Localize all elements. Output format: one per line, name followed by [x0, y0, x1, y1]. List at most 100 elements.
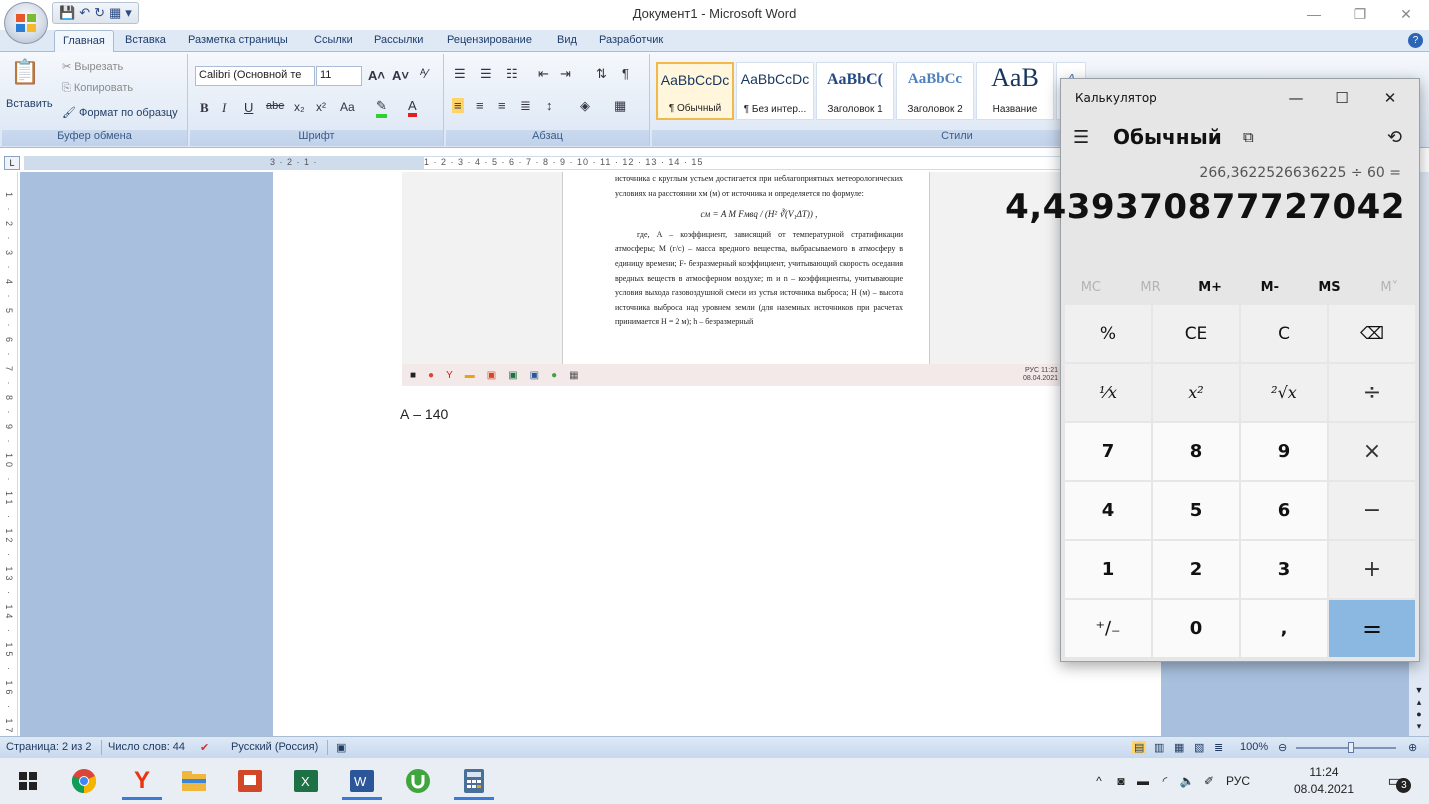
zoom-in-icon[interactable]: ⊕ — [1408, 741, 1417, 754]
clock[interactable]: 11:24 08.04.2021 — [1288, 764, 1360, 798]
minimize-button[interactable]: — — [1291, 0, 1337, 28]
align-right-icon[interactable]: ≡ — [498, 98, 506, 113]
digit-8-button[interactable]: 8 — [1153, 423, 1239, 480]
calculator-close-button[interactable]: ✕ — [1367, 83, 1413, 113]
notification-center-button[interactable]: ▭ 3 — [1380, 758, 1412, 804]
word-taskbar-button[interactable]: W — [338, 762, 386, 800]
zoom-level[interactable]: 100% — [1240, 741, 1268, 753]
show-marks-icon[interactable]: ¶ — [622, 66, 629, 81]
style-heading-2[interactable]: AaBbCc Заголовок 2 — [896, 62, 974, 120]
memory-subtract-button[interactable]: M- — [1240, 275, 1300, 301]
italic-icon[interactable]: I — [222, 100, 226, 116]
percent-button[interactable]: % — [1065, 305, 1151, 362]
volume-icon[interactable]: 🔈 — [1176, 774, 1198, 788]
horizontal-ruler[interactable]: 3 · 2 · 1 · 1 · 2 · 3 · 4 · 5 · 6 · 7 · … — [24, 156, 1084, 170]
divide-button[interactable]: ÷ — [1329, 364, 1415, 421]
calculator-title-bar[interactable]: Калькулятор — ☐ ✕ — [1061, 79, 1419, 117]
proofing-icon[interactable]: ✔ — [200, 741, 209, 754]
digit-7-button[interactable]: 7 — [1065, 423, 1151, 480]
history-icon[interactable]: ⟲ — [1387, 127, 1402, 148]
memory-store-button[interactable]: MS — [1300, 275, 1360, 301]
zoom-slider[interactable] — [1296, 747, 1396, 749]
tab-mailings[interactable]: Рассылки — [374, 34, 423, 46]
explorer-taskbar-button[interactable] — [170, 762, 218, 800]
torrent-taskbar-button[interactable] — [394, 762, 442, 800]
style-normal[interactable]: AaBbCcDc ¶ Обычный — [656, 62, 734, 120]
tab-selector[interactable]: L — [4, 156, 20, 170]
justify-icon[interactable]: ≣ — [520, 98, 531, 114]
calculator-maximize-button[interactable]: ☐ — [1319, 83, 1365, 113]
format-painter-button[interactable]: 🖌 Формат по образцу — [62, 106, 178, 119]
office-button[interactable] — [4, 2, 48, 44]
tab-insert[interactable]: Вставка — [125, 34, 166, 46]
reciprocal-button[interactable]: ¹⁄x — [1065, 364, 1151, 421]
tab-review[interactable]: Рецензирование — [447, 34, 532, 46]
add-button[interactable]: + — [1329, 541, 1415, 598]
input-language[interactable]: РУС — [1220, 774, 1256, 788]
word-count[interactable]: Число слов: 44 — [108, 741, 185, 753]
font-size-box[interactable]: 11 — [316, 66, 362, 86]
tab-references[interactable]: Ссылки — [314, 34, 353, 46]
paste-icon[interactable]: 📋 — [10, 58, 40, 87]
shrink-font-icon[interactable]: A˅ — [392, 68, 409, 83]
digit-1-button[interactable]: 1 — [1065, 541, 1151, 598]
menu-icon[interactable]: ☰ — [1073, 127, 1089, 148]
tab-view[interactable]: Вид — [557, 34, 577, 46]
line-spacing-icon[interactable]: ↕ — [546, 98, 553, 113]
clear-button[interactable]: C — [1241, 305, 1327, 362]
calculator-minimize-button[interactable]: — — [1273, 83, 1319, 113]
digit-4-button[interactable]: 4 — [1065, 482, 1151, 539]
square-button[interactable]: x² — [1153, 364, 1239, 421]
page-count[interactable]: Страница: 2 из 2 — [6, 741, 92, 753]
digit-0-button[interactable]: 0 — [1153, 600, 1239, 657]
negate-button[interactable]: ⁺∕₋ — [1065, 600, 1151, 657]
digit-5-button[interactable]: 5 — [1153, 482, 1239, 539]
zoom-slider-thumb[interactable] — [1348, 742, 1354, 753]
multilevel-list-icon[interactable]: ☷ — [506, 66, 518, 82]
chrome-taskbar-button[interactable] — [60, 762, 108, 800]
web-layout-icon[interactable]: ▦ — [1174, 741, 1184, 754]
tab-page-layout[interactable]: Разметка страницы — [188, 34, 288, 46]
macro-recording-icon[interactable]: ▣ — [336, 741, 346, 754]
strikethrough-icon[interactable]: abe — [266, 100, 284, 112]
square-root-button[interactable]: ²√x — [1241, 364, 1327, 421]
keep-on-top-icon[interactable]: ⧉ — [1243, 128, 1254, 146]
show-hidden-icons-icon[interactable]: ^ — [1088, 774, 1110, 788]
highlight-icon[interactable]: ✎ — [376, 98, 387, 118]
borders-icon[interactable]: ▦ — [614, 98, 626, 114]
memory-recall-button[interactable]: MR — [1121, 275, 1181, 301]
tab-developer[interactable]: Разработчик — [599, 34, 663, 46]
previous-page-icon[interactable]: ▴ — [1411, 696, 1427, 708]
full-screen-reading-icon[interactable]: ▥ — [1154, 741, 1164, 754]
subscript-icon[interactable]: x₂ — [294, 100, 305, 114]
print-layout-icon[interactable]: ▤ — [1132, 741, 1147, 754]
help-icon[interactable]: ? — [1408, 33, 1423, 48]
align-center-icon[interactable]: ≡ — [476, 98, 484, 113]
pen-icon[interactable]: ✐ — [1198, 774, 1220, 788]
decimal-separator-button[interactable]: , — [1241, 600, 1327, 657]
cut-button[interactable]: ✂ Вырезать — [62, 60, 123, 73]
digit-9-button[interactable]: 9 — [1241, 423, 1327, 480]
vertical-ruler[interactable]: 1 · 2 · 3 · 4 · 5 · 6 · 7 · 8 · 9 · 10 ·… — [4, 172, 18, 736]
zoom-out-icon[interactable]: ⊖ — [1278, 741, 1287, 754]
increase-indent-icon[interactable]: ⇥ — [560, 66, 571, 82]
presentation-taskbar-button[interactable] — [226, 762, 274, 800]
meet-now-icon[interactable]: ◙ — [1110, 774, 1132, 788]
equals-button[interactable]: = — [1329, 600, 1415, 657]
yandex-taskbar-button[interactable]: Y — [118, 762, 166, 800]
outline-icon[interactable]: ▧ — [1194, 741, 1204, 754]
clear-entry-button[interactable]: CE — [1153, 305, 1239, 362]
memory-add-button[interactable]: M+ — [1180, 275, 1240, 301]
draft-icon[interactable]: ≣ — [1214, 741, 1223, 754]
style-heading-1[interactable]: AaBbC( Заголовок 1 — [816, 62, 894, 120]
font-name-box[interactable]: Calibri (Основной те — [195, 66, 315, 86]
wifi-icon[interactable]: ◜ — [1154, 774, 1176, 788]
sort-icon[interactable]: ⇅ — [596, 66, 607, 82]
grow-font-icon[interactable]: A˄ — [368, 68, 385, 83]
underline-icon[interactable]: U — [244, 100, 253, 115]
start-button[interactable] — [4, 762, 52, 800]
align-left-icon[interactable]: ≡ — [452, 98, 464, 113]
spreadsheet-taskbar-button[interactable]: X — [282, 762, 330, 800]
decrease-indent-icon[interactable]: ⇤ — [538, 66, 549, 82]
backspace-button[interactable]: ⌫ — [1329, 305, 1415, 362]
